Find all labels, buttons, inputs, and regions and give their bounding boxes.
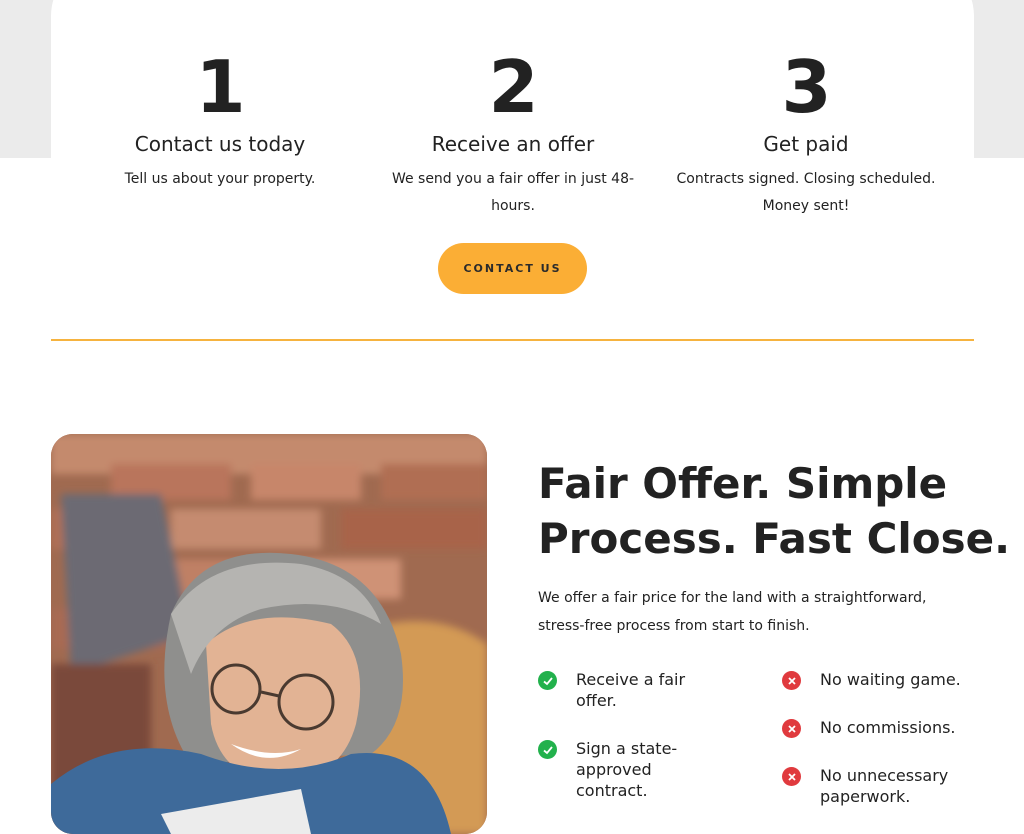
- section-divider: [51, 339, 974, 341]
- feature-item: No waiting game.: [782, 669, 1002, 690]
- woman-reading-photo: [51, 434, 487, 834]
- step-2: 2 Receive an offer We send you a fair of…: [368, 46, 658, 220]
- step-description: We send you a fair offer in just 48-hour…: [391, 171, 635, 214]
- feature-text: No unnecessary paperwork.: [820, 766, 949, 806]
- step-3: 3 Get paid Contracts signed. Closing sch…: [661, 46, 951, 220]
- feature-item: No unnecessary paperwork.: [782, 765, 1002, 807]
- section-paragraph: We offer a fair price for the land with …: [538, 590, 927, 634]
- heading-line: Process. Fast Close.: [538, 514, 1011, 563]
- heading-line: Fair Offer. Simple: [538, 459, 948, 508]
- step-number: 1: [195, 45, 245, 129]
- contact-us-button[interactable]: CONTACT US: [438, 243, 587, 294]
- x-circle-icon: [782, 719, 801, 738]
- feature-item: Receive a fair offer.: [538, 669, 738, 711]
- step-number: 3: [781, 45, 831, 129]
- feature-text: No waiting game.: [820, 670, 961, 689]
- feature-item: Sign a state-approved contract.: [538, 738, 738, 801]
- feature-text: No commissions.: [820, 718, 956, 737]
- feature-text: Receive a fair offer.: [576, 670, 686, 710]
- feature-text: Sign a state-approved contract.: [576, 739, 678, 800]
- customer-photo: [51, 434, 487, 834]
- step-description: Contracts signed. Closing scheduled. Mon…: [676, 171, 936, 214]
- step-number: 2: [488, 45, 538, 129]
- check-circle-icon: [538, 740, 557, 759]
- step-title: Contact us today: [134, 132, 306, 156]
- step-1: 1 Contact us today Tell us about your pr…: [75, 46, 365, 193]
- check-circle-icon: [538, 671, 557, 690]
- x-circle-icon: [782, 671, 801, 690]
- step-description: Tell us about your property.: [124, 171, 316, 187]
- section-heading: Fair Offer. Simple Process. Fast Close.: [538, 456, 1011, 566]
- step-title: Receive an offer: [431, 132, 595, 156]
- x-circle-icon: [782, 767, 801, 786]
- step-title: Get paid: [763, 132, 849, 156]
- feature-item: No commissions.: [782, 717, 1002, 738]
